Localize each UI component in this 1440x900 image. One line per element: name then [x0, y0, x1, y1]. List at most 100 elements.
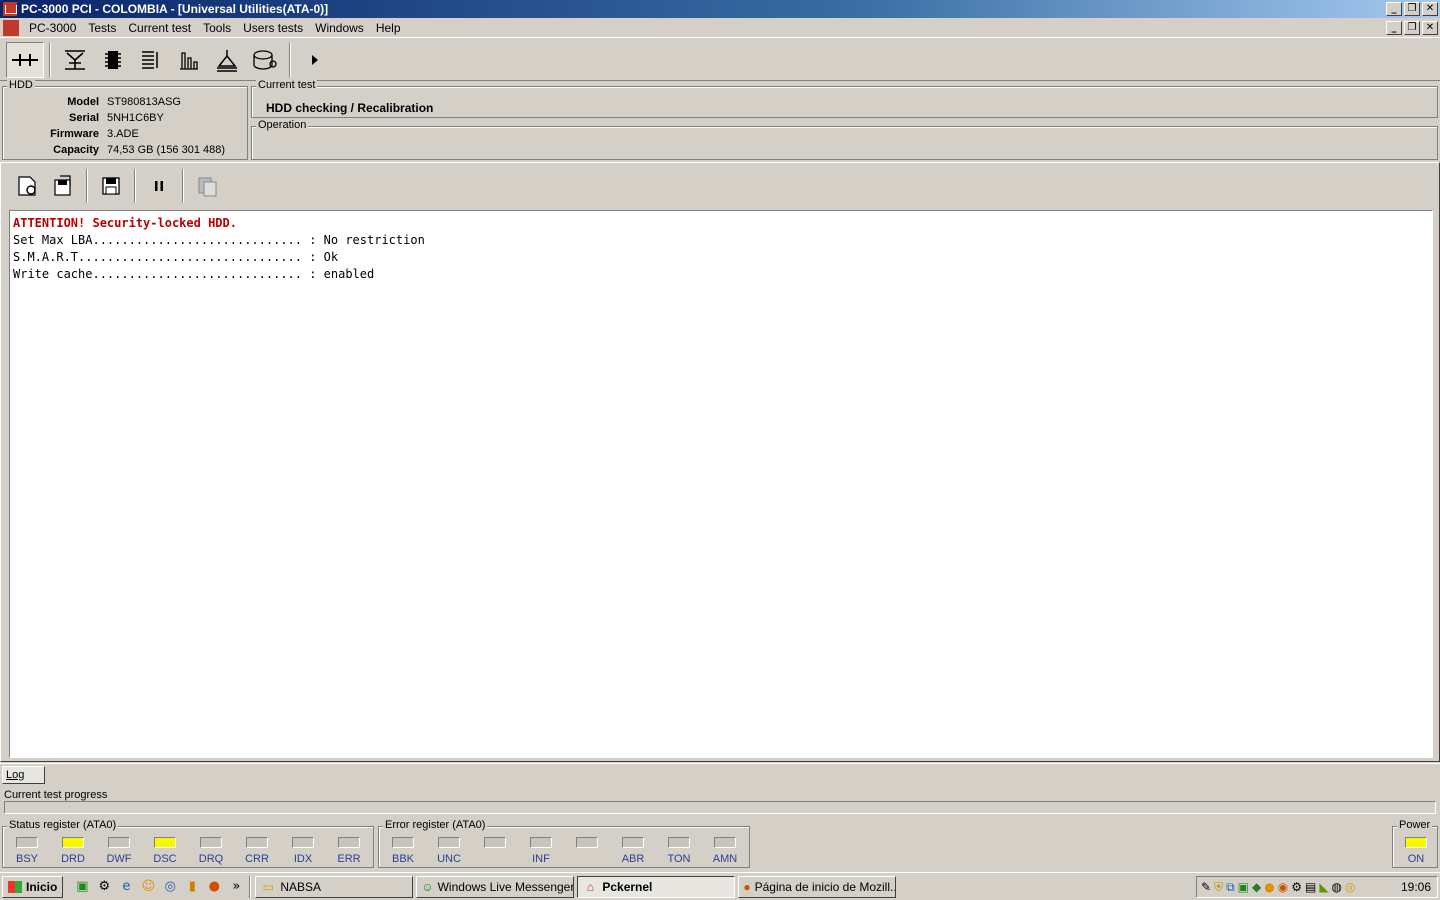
log-output[interactable]: ATTENTION! Security-locked HDD. Set Max …: [9, 210, 1433, 758]
error-led: [714, 837, 736, 848]
child-restore-button[interactable]: ❐: [1404, 20, 1420, 35]
task-label: NABSA: [280, 879, 322, 894]
hdd-serial-row: Serial 5NH1C6BY: [3, 112, 249, 128]
tray-app-icon[interactable]: ▤: [1305, 880, 1316, 894]
save-as-button[interactable]: [45, 169, 81, 203]
run-button[interactable]: [296, 42, 334, 78]
firefox-icon[interactable]: ●: [205, 879, 223, 894]
error-bit: TON: [659, 837, 699, 866]
error-bit: [475, 837, 515, 866]
operation-label: Operation: [256, 119, 309, 131]
pause-button[interactable]: [141, 169, 177, 203]
menu-users-tests[interactable]: Users tests: [237, 21, 309, 35]
tray-app-icon[interactable]: ◍: [1332, 880, 1342, 894]
menu-windows[interactable]: Windows: [309, 21, 370, 35]
settings-button[interactable]: [9, 169, 45, 203]
status-led: [246, 837, 268, 848]
hdd-id-button[interactable]: [56, 42, 94, 78]
disk-button[interactable]: [246, 42, 284, 78]
status-led: [338, 837, 360, 848]
tray-app-icon[interactable]: ◆: [1252, 880, 1261, 894]
volume-icon[interactable]: ◎: [1345, 880, 1355, 894]
menu-help[interactable]: Help: [370, 21, 407, 35]
chevron-right-icon[interactable]: »: [227, 879, 245, 894]
hdd-capacity-row: Capacity 74,53 GB (156 301 488): [3, 144, 249, 160]
status-bit: CRR: [237, 837, 277, 866]
copy-button[interactable]: [189, 169, 225, 203]
tab-bar: Log: [0, 763, 1440, 785]
copy-icon: [198, 177, 217, 197]
child-close-button[interactable]: ✕: [1422, 20, 1438, 35]
menu-tests[interactable]: Tests: [82, 21, 122, 35]
shield-icon[interactable]: ⛨: [1214, 880, 1223, 895]
progress-bar: [4, 801, 1436, 814]
save-as-icon: [54, 175, 71, 196]
error-bit-label: BBK: [391, 853, 414, 865]
tab-log[interactable]: Log: [2, 766, 45, 784]
log-line: ATTENTION! Security-locked HDD.: [13, 216, 237, 230]
chart-button[interactable]: [170, 42, 208, 78]
hdd-serial-value: 5NH1C6BY: [107, 112, 164, 124]
list-button[interactable]: [132, 42, 170, 78]
menu-current-test[interactable]: Current test: [122, 21, 197, 35]
status-register-label: Status register (ATA0): [7, 819, 119, 831]
status-bit: DRQ: [191, 837, 231, 866]
tray-app-icon[interactable]: ⚙: [1291, 880, 1302, 894]
close-button[interactable]: ✕: [1422, 2, 1438, 16]
clock[interactable]: 19:06: [1401, 880, 1431, 894]
error-bit: BBK: [383, 837, 423, 866]
child-window-icon[interactable]: [3, 19, 19, 36]
folder-icon: ▭: [262, 879, 275, 894]
tray-app-icon[interactable]: ◉: [1278, 880, 1288, 894]
status-led: [16, 837, 38, 848]
arrow-right-icon: [312, 54, 318, 65]
head-icon: [217, 49, 237, 72]
menu-tools[interactable]: Tools: [197, 21, 237, 35]
log-line: S.M.A.R.T...............................…: [13, 250, 339, 264]
tray-app-icon[interactable]: ●: [1264, 880, 1274, 894]
tools-shortcut-icon[interactable]: ⚙: [95, 879, 113, 894]
hdd-model-value: ST980813ASG: [107, 96, 181, 108]
current-test-panel: Current test HDD checking / Recalibratio…: [251, 79, 1438, 118]
toolbar-separator: [182, 169, 184, 203]
taskbar-separator: [249, 875, 252, 898]
error-bit-label: AMN: [712, 853, 738, 865]
task-mozilla[interactable]: ● Página de inicio de Mozill...: [738, 875, 897, 898]
chip-button[interactable]: [94, 42, 132, 78]
app-shortcut-icon[interactable]: ▣: [73, 879, 91, 894]
toolbar-separator: [289, 42, 291, 77]
status-bit-label: CRR: [245, 853, 269, 865]
ie-icon[interactable]: e: [117, 879, 135, 894]
tray-app-icon[interactable]: ✎: [1201, 880, 1211, 894]
task-nabsa[interactable]: ▭ NABSA: [255, 875, 414, 898]
media-icon[interactable]: ▮: [183, 879, 201, 894]
hdd-capacity-label: Capacity: [53, 144, 99, 156]
connect-button[interactable]: [6, 41, 44, 78]
toolbar-separator: [49, 42, 51, 77]
hdd-id-icon: [65, 49, 85, 70]
minimize-button[interactable]: _: [1386, 2, 1402, 16]
status-bit-label: DRQ: [198, 853, 224, 865]
task-pckernel[interactable]: ⌂ Pckernel: [577, 875, 736, 898]
head-button[interactable]: [208, 42, 246, 78]
child-minimize-button[interactable]: _: [1386, 20, 1402, 35]
restore-button[interactable]: ❐: [1404, 2, 1420, 16]
tray-app-icon[interactable]: ▣: [1238, 880, 1249, 894]
menu-pc3000[interactable]: PC-3000: [23, 21, 82, 35]
current-test-label: Current test: [256, 79, 318, 91]
error-bit-label: [475, 853, 515, 866]
log-line: Write cache.............................…: [13, 267, 375, 281]
task-label: Windows Live Messenger: [437, 879, 575, 894]
error-led: [484, 837, 506, 848]
messenger-icon[interactable]: ☺: [139, 879, 157, 894]
status-bit-label: IDX: [293, 853, 313, 865]
network-icon[interactable]: ⧉: [1226, 880, 1235, 895]
nvidia-icon[interactable]: ◣: [1319, 880, 1328, 894]
task-messenger[interactable]: ☺ Windows Live Messenger: [416, 875, 575, 898]
task-label: Página de inicio de Mozill...: [754, 879, 897, 894]
app-icon[interactable]: [3, 2, 17, 16]
error-led: [438, 837, 460, 848]
start-button[interactable]: Inicio: [2, 875, 64, 898]
save-button[interactable]: [93, 169, 129, 203]
browser-icon[interactable]: ◎: [161, 879, 179, 894]
